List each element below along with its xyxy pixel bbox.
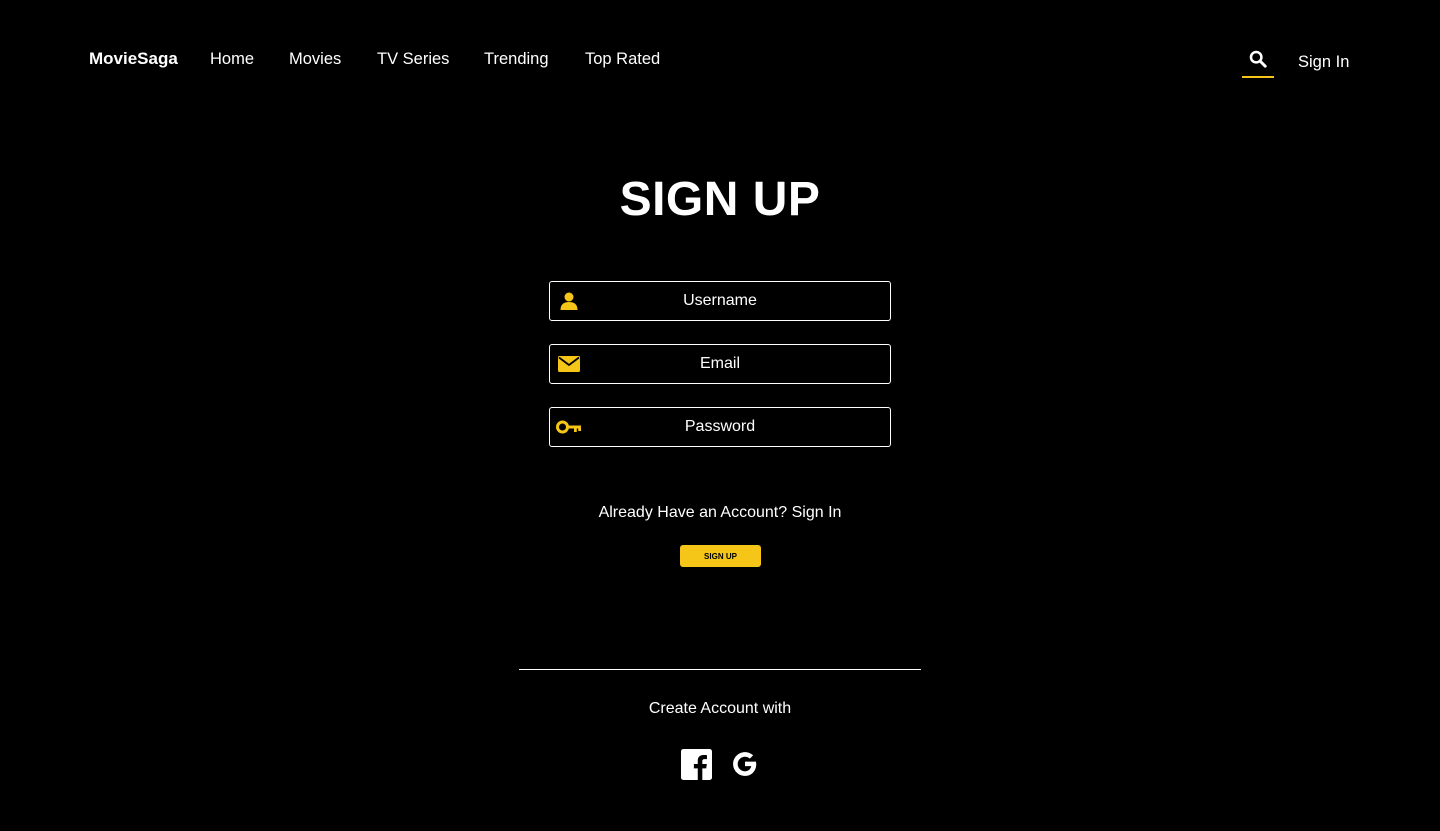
google-icon (733, 752, 757, 776)
nav-trending[interactable]: Trending (484, 49, 549, 69)
email-field (549, 344, 891, 384)
email-input[interactable] (550, 345, 890, 383)
google-button[interactable] (729, 748, 761, 780)
nav-home[interactable]: Home (210, 49, 254, 69)
create-account-with-label: Create Account with (648, 700, 792, 717)
search-icon (1249, 50, 1267, 68)
brand-logo[interactable]: MovieSaga (89, 49, 178, 69)
password-input[interactable] (550, 408, 890, 446)
signin-link[interactable]: Sign In (792, 504, 842, 521)
user-icon (557, 290, 581, 312)
have-account-prompt: Already Have an Account? (598, 504, 788, 521)
page-title: SIGN UP (619, 173, 821, 226)
facebook-button[interactable] (680, 748, 712, 780)
have-account-text: Already Have an Account? Sign In (0, 503, 1440, 523)
facebook-icon (680, 748, 712, 780)
signup-page: MovieSaga Home Movies TV Series Trending… (0, 0, 1440, 831)
username-field (549, 281, 891, 321)
password-field (549, 407, 891, 447)
search-button[interactable] (1242, 50, 1274, 78)
mail-icon (557, 353, 581, 375)
nav-top-rated[interactable]: Top Rated (585, 49, 660, 69)
nav-movies[interactable]: Movies (289, 49, 341, 69)
signup-button[interactable]: SIGN UP (680, 545, 761, 567)
key-icon (555, 416, 583, 438)
username-input[interactable] (550, 282, 890, 320)
header-signin-link[interactable]: Sign In (1298, 52, 1349, 72)
divider (519, 669, 921, 670)
nav-tv-series[interactable]: TV Series (377, 49, 449, 69)
